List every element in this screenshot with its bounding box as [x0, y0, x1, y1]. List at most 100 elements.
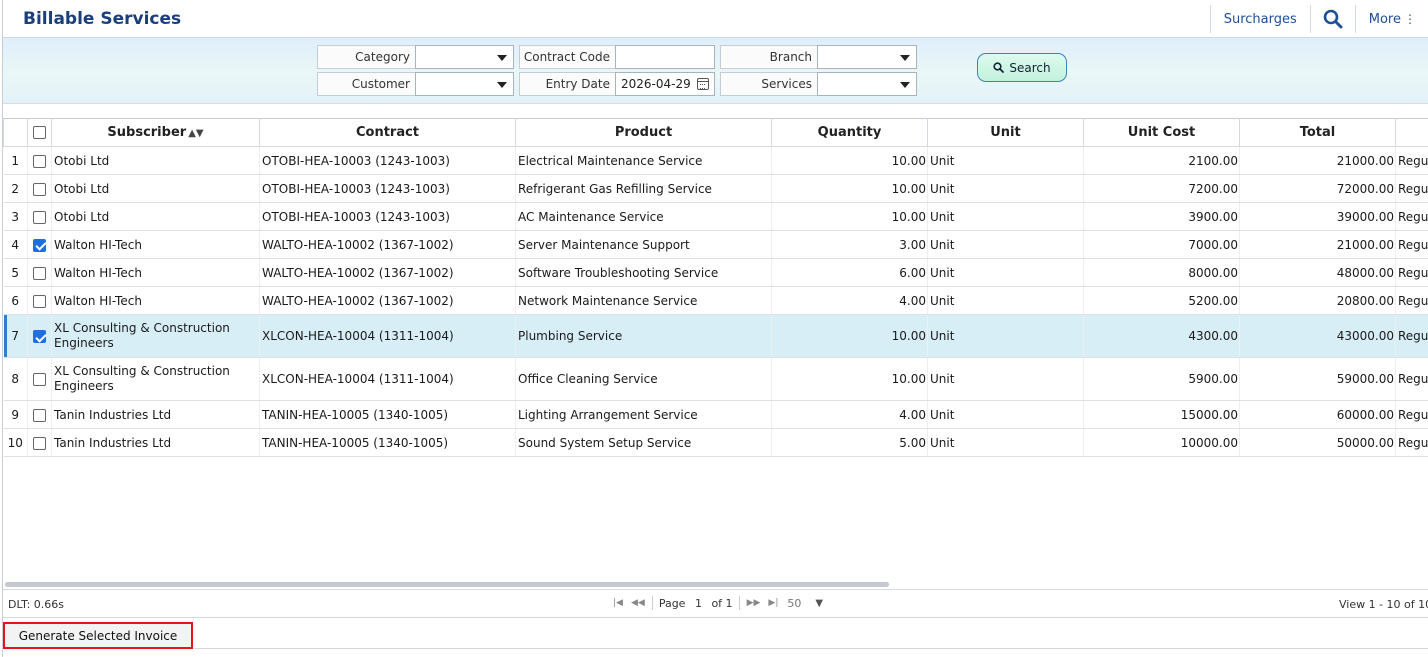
quantity-cell: 4.00: [771, 286, 928, 315]
calendar-icon[interactable]: [697, 78, 709, 90]
entry-date-input[interactable]: 2026-04-29: [615, 72, 715, 96]
pager-bar: DLT: 0.66s |◀ ◀◀ Page 1 of 1 ▶▶ ▶| 50 ▼ …: [3, 589, 1428, 618]
table-row[interactable]: 6 Walton HI-Tech WALTO-HEA-10002 (1367-100…: [3, 286, 1428, 315]
next-page-icon[interactable]: ▶▶: [747, 598, 761, 608]
unit-cost-header[interactable]: Unit Cost: [1083, 118, 1240, 147]
entry-date-label: Entry Date: [519, 72, 615, 96]
entry-date-value: 2026-04-29: [621, 77, 691, 91]
table-row[interactable]: 3 Otobi Ltd OTOBI-HEA-10003 (1243-1003) AC …: [3, 202, 1428, 231]
row-checkbox-cell: [27, 286, 52, 315]
chevron-down-icon: [497, 82, 507, 88]
unit-cell: Unit: [927, 314, 1084, 358]
product-cell: Electrical Maintenance Service: [515, 146, 772, 175]
services-select[interactable]: [817, 72, 917, 96]
extra-header[interactable]: [1395, 118, 1428, 147]
contract-cell: XLCON-HEA-10004 (1311-1004): [259, 314, 516, 358]
table-row[interactable]: 9 Tanin Industries Ltd TANIN-HEA-10005 (13…: [3, 400, 1428, 429]
more-menu[interactable]: More ⋮: [1356, 12, 1428, 27]
quantity-header[interactable]: Quantity: [771, 118, 928, 147]
contract-cell: TANIN-HEA-10005 (1340-1005): [259, 428, 516, 457]
contract-cell: WALTO-HEA-10002 (1367-1002): [259, 286, 516, 315]
row-checkbox-cell: [27, 400, 52, 429]
row-checkbox[interactable]: [33, 154, 46, 168]
table-row[interactable]: 4 Walton HI-Tech WALTO-HEA-10002 (1367-100…: [3, 230, 1428, 259]
contract-code-input[interactable]: [615, 45, 715, 69]
last-page-icon[interactable]: ▶|: [768, 598, 778, 608]
row-checkbox[interactable]: [33, 182, 46, 196]
unit-cost-cell: 8000.00: [1083, 258, 1240, 287]
total-cell: 60000.00: [1239, 400, 1396, 429]
unit-header[interactable]: Unit: [927, 118, 1084, 147]
sort-icon[interactable]: ▲▼: [188, 128, 203, 139]
horizontal-scrollbar[interactable]: [5, 582, 889, 587]
product-header[interactable]: Product: [515, 118, 772, 147]
quantity-cell: 10.00: [771, 357, 928, 401]
product-cell: Software Troubleshooting Service: [515, 258, 772, 287]
category-select[interactable]: [415, 45, 514, 69]
table-row[interactable]: 2 Otobi Ltd OTOBI-HEA-10003 (1243-1003) Ref…: [3, 174, 1428, 203]
row-number-header: [3, 118, 28, 147]
row-checkbox[interactable]: [33, 373, 46, 386]
subscriber-cell: XL Consulting & Construction Engineers: [51, 357, 260, 401]
first-page-icon[interactable]: |◀: [613, 598, 623, 608]
row-checkbox[interactable]: [33, 408, 46, 422]
row-number: 7: [3, 314, 28, 358]
quantity-cell: 10.00: [771, 202, 928, 231]
table-row[interactable]: 1 Otobi Ltd OTOBI-HEA-10003 (1243-1003) Ele…: [3, 146, 1428, 175]
table-body: 1 Otobi Ltd OTOBI-HEA-10003 (1243-1003) Ele…: [3, 146, 1428, 457]
services-filter: Services: [720, 72, 917, 96]
row-checkbox-cell: [27, 258, 52, 287]
product-cell: Lighting Arrangement Service: [515, 400, 772, 429]
subscriber-cell: Otobi Ltd: [51, 146, 260, 175]
extra-cell: Regu: [1395, 428, 1428, 457]
total-cell: 72000.00: [1239, 174, 1396, 203]
table-row[interactable]: 10 Tanin Industries Ltd TANIN-HEA-10005 (1…: [3, 428, 1428, 457]
subscriber-cell: Tanin Industries Ltd: [51, 400, 260, 429]
product-cell: AC Maintenance Service: [515, 202, 772, 231]
total-cell: 21000.00: [1239, 146, 1396, 175]
contract-header[interactable]: Contract: [259, 118, 516, 147]
search-button[interactable]: Search: [977, 53, 1067, 82]
unit-cost-cell: 5200.00: [1083, 286, 1240, 315]
select-all-checkbox[interactable]: [33, 126, 46, 139]
product-cell: Plumbing Service: [515, 314, 772, 358]
row-number: 4: [3, 230, 28, 259]
page-number-input[interactable]: 1: [691, 597, 705, 610]
quantity-cell: 5.00: [771, 428, 928, 457]
chevron-down-icon[interactable]: ▼: [815, 598, 823, 609]
branch-select[interactable]: [817, 45, 917, 69]
surcharges-link[interactable]: Surcharges: [1211, 12, 1310, 27]
generate-selected-invoice-button[interactable]: Generate Selected Invoice: [3, 622, 193, 649]
row-checkbox[interactable]: [33, 294, 46, 308]
services-table: Subscriber ▲▼ Contract Product Quantity U…: [3, 118, 1428, 457]
row-checkbox[interactable]: [33, 238, 46, 252]
row-checkbox[interactable]: [33, 210, 46, 224]
subscriber-cell: XL Consulting & Construction Engineers: [51, 314, 260, 358]
product-cell: Office Cleaning Service: [515, 357, 772, 401]
table-row[interactable]: 7 XL Consulting & Construction Engineers X…: [3, 314, 1428, 358]
contract-cell: XLCON-HEA-10004 (1311-1004): [259, 357, 516, 401]
unit-cell: Unit: [927, 258, 1084, 287]
pager-divider: [651, 596, 653, 610]
customer-filter: Customer: [317, 72, 514, 96]
total-cell: 59000.00: [1239, 357, 1396, 401]
product-cell: Sound System Setup Service: [515, 428, 772, 457]
total-header[interactable]: Total: [1239, 118, 1396, 147]
subscriber-header[interactable]: Subscriber ▲▼: [51, 118, 260, 147]
search-icon[interactable]: [1311, 9, 1355, 29]
quantity-cell: 10.00: [771, 146, 928, 175]
previous-page-icon[interactable]: ◀◀: [631, 598, 645, 608]
row-checkbox-cell: [27, 202, 52, 231]
customer-select[interactable]: [415, 72, 514, 96]
subscriber-header-label: Subscriber: [107, 125, 187, 140]
row-checkbox[interactable]: [33, 436, 46, 450]
table-row[interactable]: 5 Walton HI-Tech WALTO-HEA-10002 (1367-100…: [3, 258, 1428, 287]
row-checkbox[interactable]: [33, 330, 46, 343]
page-size-select[interactable]: 50: [787, 597, 801, 610]
subscriber-cell: Walton HI-Tech: [51, 258, 260, 287]
unit-cell: Unit: [927, 146, 1084, 175]
unit-cost-cell: 2100.00: [1083, 146, 1240, 175]
table-row[interactable]: 8 XL Consulting & Construction Engineers X…: [3, 357, 1428, 401]
row-checkbox[interactable]: [33, 266, 46, 280]
contract-cell: WALTO-HEA-10002 (1367-1002): [259, 230, 516, 259]
